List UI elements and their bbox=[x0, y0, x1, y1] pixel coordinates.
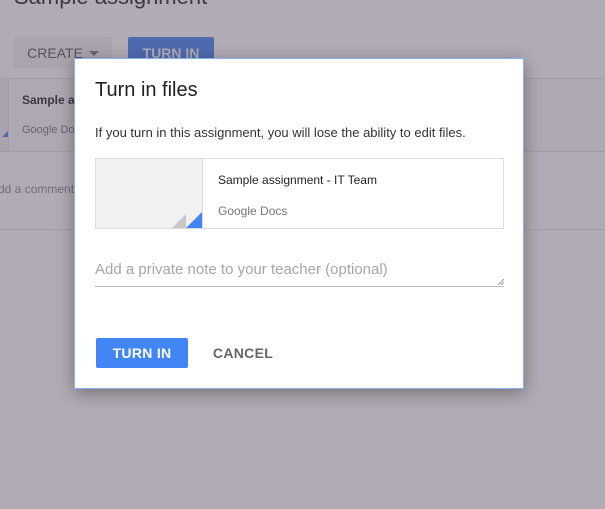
dialog-title: Turn in files bbox=[95, 79, 198, 101]
page-fold-shadow-icon bbox=[172, 214, 186, 228]
file-type: Google Docs bbox=[218, 204, 288, 218]
dialog-message: If you turn in this assignment, you will… bbox=[95, 125, 466, 140]
resize-handle-icon[interactable] bbox=[498, 279, 504, 285]
google-docs-corner-icon bbox=[186, 212, 202, 228]
turn-in-dialog: Turn in files If you turn in this assign… bbox=[74, 58, 524, 389]
private-note-input[interactable] bbox=[95, 257, 504, 287]
cancel-button[interactable]: CANCEL bbox=[205, 338, 281, 368]
turn-in-button[interactable]: TURN IN bbox=[96, 338, 188, 368]
file-card[interactable]: Sample assignment - IT Team Google Docs bbox=[95, 158, 504, 229]
private-note-field bbox=[95, 257, 504, 287]
file-name: Sample assignment - IT Team bbox=[218, 173, 377, 187]
file-thumbnail bbox=[96, 159, 203, 228]
